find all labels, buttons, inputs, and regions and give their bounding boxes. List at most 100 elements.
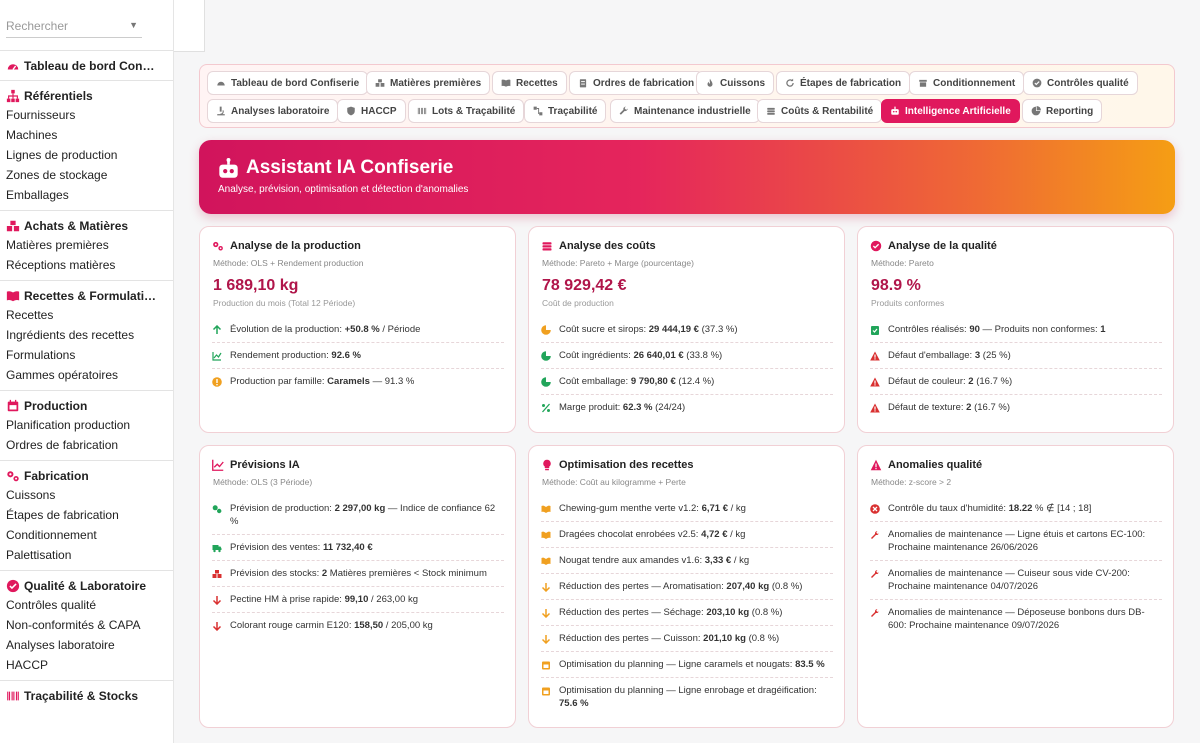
arrow-down-icon: [541, 583, 551, 592]
kpi-value: 1 689,10 kg: [213, 277, 299, 294]
nav-head-fabrication[interactable]: Fabrication: [0, 467, 173, 486]
list-item: Contrôles réalisés: 90 — Produits non co…: [870, 317, 1162, 343]
tab-recettes[interactable]: Recettes: [492, 71, 567, 95]
card-recipes: Optimisation des recettes Méthode: Coût …: [528, 445, 845, 728]
sidebar-item-conditionnement[interactable]: Conditionnement: [0, 526, 173, 546]
list-item: Pectine HM à prise rapide: 99,10 / 263,0…: [212, 587, 504, 613]
chevron-down-icon[interactable]: ▼: [129, 20, 138, 30]
sidebar-item-ingredients[interactable]: Ingrédients des recettes: [0, 326, 173, 346]
sidebar-item-lignes[interactable]: Lignes de production: [0, 146, 173, 166]
nav-head-achats[interactable]: Achats & Matières: [0, 217, 173, 236]
book-icon: [541, 557, 551, 565]
tab-matieres[interactable]: Matières premières: [366, 71, 491, 95]
sidebar-item-fournisseurs[interactable]: Fournisseurs: [0, 106, 173, 126]
sidebar-item-matieres[interactable]: Matières premières: [0, 236, 173, 256]
kpi-value: 98.9 %: [871, 277, 921, 294]
tab-label: Coûts & Rentabilité: [781, 105, 874, 117]
calendar-icon: [542, 661, 550, 670]
lightbulb-icon: [543, 459, 551, 471]
sidebar-item-controles[interactable]: Contrôles qualité: [0, 596, 173, 616]
tab-controles[interactable]: Contrôles qualité: [1023, 71, 1138, 95]
nav-head-tracabilite[interactable]: Traçabilité & Stocks: [0, 687, 173, 706]
kpi-caption: Coût de production: [542, 298, 614, 308]
sidebar-item-haccp[interactable]: HACCP: [0, 656, 173, 676]
nav-section-production: Production Planification production Ordr…: [0, 390, 173, 460]
tab-dashboard[interactable]: Tableau de bord Confiserie: [207, 71, 369, 95]
tab-label: HACCP: [361, 105, 397, 117]
tab-cuissons[interactable]: Cuissons: [696, 71, 775, 95]
search-select[interactable]: ▼: [6, 14, 142, 38]
pie-icon: [1031, 106, 1041, 116]
list-item: Prévision des stocks: 2 Matières premièr…: [212, 561, 504, 587]
list-item: Évolution de la production: +50.8 % / Pé…: [212, 317, 504, 343]
sidebar-item-planification[interactable]: Planification production: [0, 416, 173, 436]
tab-haccp[interactable]: HACCP: [337, 99, 406, 123]
card-rows: Contrôles réalisés: 90 — Produits non co…: [870, 317, 1162, 420]
card-title: Analyse de la production: [212, 240, 361, 252]
nav-head-production[interactable]: Production: [0, 397, 173, 416]
sidebar-item-non-conformites[interactable]: Non-conformités & CAPA: [0, 616, 173, 636]
list-item: Coût sucre et sirops: 29 444,19 € (37.3 …: [541, 317, 833, 343]
list-item: Contrôle du taux d'humidité: 18.22 % ∉ […: [870, 496, 1162, 522]
tab-conditionnement[interactable]: Conditionnement: [909, 71, 1025, 95]
tab-couts[interactable]: Coûts & Rentabilité: [757, 99, 883, 123]
barcode-icon: [417, 107, 427, 115]
check-circle-icon: [870, 240, 882, 252]
fire-icon: [707, 78, 713, 87]
pie-icon: [541, 377, 551, 387]
sidebar-item-machines[interactable]: Machines: [0, 126, 173, 146]
list-item: Chewing-gum menthe verte v1.2: 6,71 € / …: [541, 496, 833, 522]
tab-ordres[interactable]: Ordres de fabrication: [569, 71, 704, 95]
nav-section-fabrication: Fabrication Cuissons Étapes de fabricati…: [0, 460, 173, 570]
list-item: Défaut d'emballage: 3 (25 %): [870, 343, 1162, 369]
tab-label: Lots & Traçabilité: [432, 105, 516, 117]
tab-ia[interactable]: Intelligence Artificielle: [881, 99, 1020, 123]
top-panel: [174, 0, 205, 52]
box-icon: [919, 79, 927, 87]
sidebar-item-formulations[interactable]: Formulations: [0, 346, 173, 366]
nav-head-recettes[interactable]: Recettes & Formulati…: [0, 287, 173, 306]
sidebar-item-etapes[interactable]: Étapes de fabrication: [0, 506, 173, 526]
arrow-up-icon: [212, 325, 222, 334]
card-title: Analyse de la qualité: [870, 240, 997, 252]
search-input[interactable]: [6, 14, 116, 38]
tab-reporting[interactable]: Reporting: [1022, 99, 1103, 123]
nav-head-qualite[interactable]: Qualité & Laboratoire: [0, 577, 173, 596]
nav-head-referentiels[interactable]: Référentiels: [0, 87, 173, 106]
tab-label: Conditionnement: [933, 77, 1016, 89]
robot-icon: [891, 106, 899, 115]
sidebar-item-gammes[interactable]: Gammes opératoires: [0, 366, 173, 386]
wrench-icon: [871, 530, 880, 539]
tab-label: Contrôles qualité: [1047, 77, 1129, 89]
tab-maintenance[interactable]: Maintenance industrielle: [610, 99, 760, 123]
tab-tracabilite[interactable]: Traçabilité: [524, 99, 607, 123]
tab-lots[interactable]: Lots & Traçabilité: [408, 99, 525, 123]
sidebar-item-analyses[interactable]: Analyses laboratoire: [0, 636, 173, 656]
gears-icon: [212, 505, 222, 514]
barcode-icon: [7, 691, 19, 701]
sidebar-item-ordres[interactable]: Ordres de fabrication: [0, 436, 173, 456]
warning-icon: [870, 403, 880, 413]
sidebar-item-palettisation[interactable]: Palettisation: [0, 546, 173, 566]
sidebar-item-cuissons[interactable]: Cuissons: [0, 486, 173, 506]
tab-label: Reporting: [1046, 105, 1094, 117]
tab-etapes[interactable]: Étapes de fabrication: [776, 71, 911, 95]
page-subtitle: Analyse, prévision, optimisation et déte…: [218, 184, 469, 195]
sidebar-item-receptions[interactable]: Réceptions matières: [0, 256, 173, 276]
sidebar-item-emballages[interactable]: Emballages: [0, 186, 173, 206]
wrench-icon: [871, 608, 880, 617]
diagram-icon: [533, 106, 543, 116]
card-method: Méthode: OLS (3 Période): [213, 477, 313, 487]
sidebar-item-zones[interactable]: Zones de stockage: [0, 166, 173, 186]
list-item: Prévision de production: 2 297,00 kg — I…: [212, 496, 504, 535]
nav-head-dashboard[interactable]: Tableau de bord Con…: [0, 57, 173, 76]
wrench-icon: [619, 106, 628, 115]
nav-head-label: Tableau de bord Con…: [24, 59, 155, 73]
warning-icon: [870, 351, 880, 361]
sidebar-item-recettes[interactable]: Recettes: [0, 306, 173, 326]
card-rows: Chewing-gum menthe verte v1.2: 6,71 € / …: [541, 496, 833, 716]
tab-analyses[interactable]: Analyses laboratoire: [207, 99, 339, 123]
card-anomalies: Anomalies qualité Méthode: z-score > 2 C…: [857, 445, 1174, 728]
robot-icon: [219, 158, 238, 178]
nav-head-label: Achats & Matières: [24, 219, 129, 233]
